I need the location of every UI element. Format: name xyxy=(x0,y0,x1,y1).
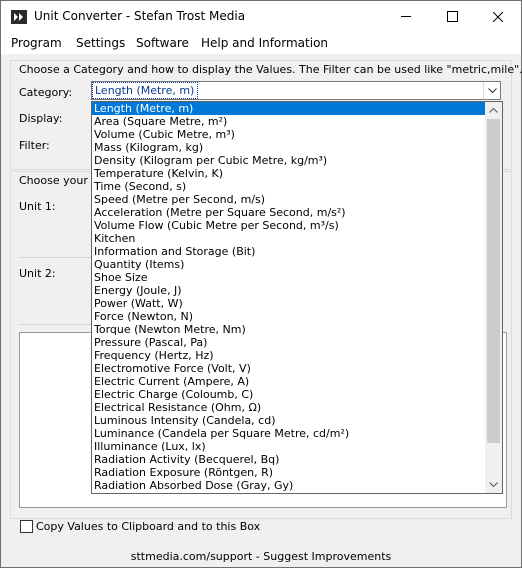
category-option[interactable]: Area (Square Metre, m²) xyxy=(92,115,487,128)
category-option[interactable]: Illuminance (Lux, lx) xyxy=(92,440,487,453)
category-option[interactable]: Luminance (Candela per Square Metre, cd/… xyxy=(92,427,487,440)
category-label: Category: xyxy=(19,86,73,99)
filter-label: Filter: xyxy=(19,139,50,152)
category-options: Length (Metre, m) Area (Square Metre, m²)… xyxy=(92,102,487,492)
category-option[interactable]: Kitchen xyxy=(92,232,487,245)
category-option[interactable]: Radiation Activity (Becquerel, Bq) xyxy=(92,453,487,466)
output-divider xyxy=(19,324,93,325)
minimize-button[interactable] xyxy=(383,1,429,32)
copy-to-clipboard-label[interactable]: Copy Values to Clipboard and to this Box xyxy=(36,520,260,533)
menu-bar: Program Settings Software Help and Infor… xyxy=(1,32,521,54)
scroll-down-button[interactable] xyxy=(485,476,502,493)
minimize-icon xyxy=(401,16,411,17)
copy-to-clipboard-checkbox[interactable] xyxy=(20,520,33,533)
menu-software[interactable]: Software xyxy=(136,36,189,50)
category-option[interactable]: Time (Second, s) xyxy=(92,180,487,193)
chevron-down-icon[interactable] xyxy=(483,82,500,99)
maximize-button[interactable] xyxy=(429,1,475,32)
window-title: Unit Converter - Stefan Trost Media xyxy=(34,9,246,23)
category-option[interactable]: Electric Current (Ampere, A) xyxy=(92,375,487,388)
category-option[interactable]: Energy (Joule, J) xyxy=(92,284,487,297)
category-option[interactable]: Temperature (Kelvin, K) xyxy=(92,167,487,180)
category-option[interactable]: Volume (Cubic Metre, m³) xyxy=(92,128,487,141)
category-dropdown-list[interactable]: Length (Metre, m) Area (Square Metre, m²)… xyxy=(91,101,503,494)
unit1-label: Unit 1: xyxy=(19,200,56,213)
unit2-label: Unit 2: xyxy=(19,267,56,280)
category-option[interactable]: Force (Newton, N) xyxy=(92,310,487,323)
menu-settings[interactable]: Settings xyxy=(76,36,125,50)
chevron-down-icon xyxy=(489,482,498,487)
category-option[interactable]: Frequency (Hertz, Hz) xyxy=(92,349,487,362)
category-option[interactable]: Information and Storage (Bit) xyxy=(92,245,487,258)
category-option[interactable]: Shoe Size xyxy=(92,271,487,284)
category-select-value: Length (Metre, m) xyxy=(91,82,199,99)
menu-program[interactable]: Program xyxy=(11,36,62,50)
category-option[interactable]: Power (Watt, W) xyxy=(92,297,487,310)
category-option[interactable]: Volume Flow (Cubic Metre per Second, m³/… xyxy=(92,219,487,232)
category-option[interactable]: Radiation Exposure (Röntgen, R) xyxy=(92,466,487,479)
scroll-thumb[interactable] xyxy=(487,119,500,443)
display-label: Display: xyxy=(19,112,63,125)
category-option[interactable]: Torque (Newton Metre, Nm) xyxy=(92,323,487,336)
category-option[interactable]: Density (Kilogram per Cubic Metre, kg/m³… xyxy=(92,154,487,167)
maximize-icon xyxy=(446,11,458,22)
title-bar[interactable]: Unit Converter - Stefan Trost Media xyxy=(1,1,521,32)
category-select[interactable]: Length (Metre, m) xyxy=(91,81,501,100)
category-option[interactable]: Acceleration (Metre per Square Second, m… xyxy=(92,206,487,219)
category-option[interactable]: Electromotive Force (Volt, V) xyxy=(92,362,487,375)
category-option[interactable]: Electric Charge (Coloumb, C) xyxy=(92,388,487,401)
category-option[interactable]: Electrical Resistance (Ohm, Ω) xyxy=(92,401,487,414)
category-option[interactable]: Radiation Absorbed Dose (Gray, Gy) xyxy=(92,479,487,492)
scroll-up-button[interactable] xyxy=(485,102,502,119)
category-option[interactable]: Pressure (Pascal, Pa) xyxy=(92,336,487,349)
category-option[interactable]: Mass (Kilogram, kg) xyxy=(92,141,487,154)
chevron-up-icon xyxy=(489,108,498,113)
category-option[interactable]: Quantity (Items) xyxy=(92,258,487,271)
category-option[interactable]: Luminous Intensity (Candela, cd) xyxy=(92,414,487,427)
dropdown-scrollbar[interactable] xyxy=(485,102,502,493)
intro-text: Choose a Category and how to display the… xyxy=(19,63,522,76)
close-icon xyxy=(493,11,503,22)
close-button[interactable] xyxy=(475,1,521,32)
menu-help[interactable]: Help and Information xyxy=(201,36,328,50)
app-icon xyxy=(11,10,27,24)
category-option[interactable]: Speed (Metre per Second, m/s) xyxy=(92,193,487,206)
category-option[interactable]: Length (Metre, m) xyxy=(92,102,487,115)
unit-divider xyxy=(19,257,93,258)
support-link[interactable]: sttmedia.com/support - Suggest Improveme… xyxy=(1,550,521,563)
app-window: Unit Converter - Stefan Trost Media Prog… xyxy=(0,0,522,568)
